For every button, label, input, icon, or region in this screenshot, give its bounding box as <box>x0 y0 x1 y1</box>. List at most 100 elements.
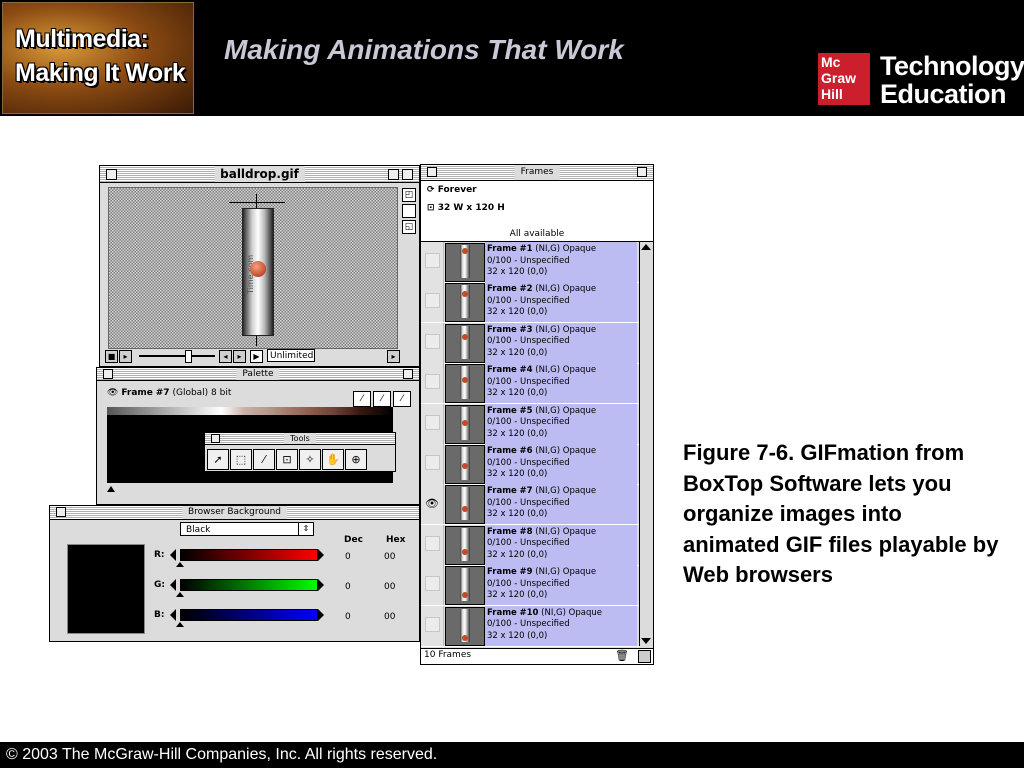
fit-icon[interactable]: ◰ <box>402 188 416 202</box>
green-slider[interactable] <box>180 579 318 591</box>
blue-slider[interactable] <box>180 609 318 621</box>
blue-dec-value[interactable]: 0 <box>345 612 351 622</box>
zoom-box[interactable] <box>637 167 647 177</box>
frame-thumbnail[interactable] <box>445 606 485 646</box>
color-select[interactable]: Black ⇕ <box>180 522 314 536</box>
frame-checkbox[interactable] <box>425 616 440 632</box>
frame-row[interactable]: 👁 Frame #7 (NI,G) Opaque 0/100 - Unspecifi… <box>421 484 639 526</box>
frame-row[interactable]: Frame #1 (NI,G) Opaque 0/100 - Unspecifie… <box>421 242 639 283</box>
collapse-box[interactable] <box>402 169 413 180</box>
green-slider-marker-icon[interactable] <box>176 592 184 597</box>
frame-visibility-toggle[interactable] <box>421 605 444 646</box>
frame-thumbnail[interactable] <box>445 485 485 525</box>
frame-slider-track[interactable] <box>139 355 215 357</box>
magic-wand-tool-icon[interactable]: ✧ <box>299 449 321 470</box>
resize-grow-box[interactable] <box>638 650 651 663</box>
step-forward-icon[interactable]: ▸ <box>233 350 246 363</box>
green-hex-value[interactable]: 00 <box>384 582 395 592</box>
frame-row[interactable]: Frame #6 (NI,G) Opaque 0/100 - Unspecifie… <box>421 444 639 485</box>
green-dec-value[interactable]: 0 <box>345 582 351 592</box>
swatch-strip[interactable] <box>107 407 393 415</box>
frame-checkbox[interactable] <box>425 374 440 390</box>
blue-left-arrow-icon[interactable] <box>170 609 176 621</box>
close-box[interactable] <box>211 434 220 443</box>
frame-slider-knob[interactable] <box>185 350 192 363</box>
frame-row[interactable]: Frame #9 (NI,G) Opaque 0/100 - Unspecifie… <box>421 565 639 607</box>
frame-thumbnail[interactable] <box>445 243 485 282</box>
palette-titlebar[interactable]: Palette <box>97 368 419 381</box>
frame-row[interactable]: Frame #2 (NI,G) Opaque 0/100 - Unspecifie… <box>421 282 639 324</box>
frame-row[interactable]: Frame #3 (NI,G) Opaque 0/100 - Unspecifie… <box>421 322 639 364</box>
red-left-arrow-icon[interactable] <box>170 549 176 561</box>
frame-visibility-toggle[interactable] <box>421 363 444 404</box>
frame-visibility-toggle[interactable] <box>421 242 444 282</box>
scroll-right-icon[interactable]: ▸ <box>387 350 400 363</box>
frame-checkbox[interactable] <box>425 535 440 551</box>
palette-mode-header[interactable]: All available <box>421 227 653 242</box>
frame-visibility-toggle[interactable] <box>421 322 444 363</box>
frame-thumbnail[interactable] <box>445 445 485 484</box>
blue-right-arrow-icon[interactable] <box>318 609 324 621</box>
zoom-tool-icon[interactable]: ⊕ <box>345 449 367 470</box>
frame-checkbox[interactable] <box>425 455 440 470</box>
play-icon[interactable]: ▶ <box>250 350 263 363</box>
frame-visibility-toggle[interactable] <box>421 282 444 323</box>
blue-hex-value[interactable]: 00 <box>384 612 395 622</box>
close-box[interactable] <box>103 369 113 379</box>
browser-bg-titlebar[interactable]: Browser Background <box>50 506 419 520</box>
zoom-box[interactable] <box>403 369 413 379</box>
scroll-down-arrow-icon[interactable] <box>641 638 651 644</box>
frame-visibility-toggle[interactable] <box>421 444 444 484</box>
close-box[interactable] <box>56 507 66 517</box>
frame-checkbox[interactable] <box>425 293 440 309</box>
eyedropper-plus-icon[interactable]: ⁄ <box>373 391 391 407</box>
step-icon[interactable]: ▸ <box>119 350 132 363</box>
step-back-icon[interactable]: ◂ <box>219 350 232 363</box>
trash-icon[interactable]: 🗑 <box>615 649 629 662</box>
eyedropper-tool-icon[interactable]: ⁄ <box>253 449 275 470</box>
frame-visibility-toggle[interactable] <box>421 524 444 565</box>
frame-thumbnail[interactable] <box>445 364 485 404</box>
frame-visibility-toggle[interactable] <box>421 565 444 606</box>
marquee-tool-icon[interactable]: ⬚ <box>230 449 252 470</box>
frame-checkbox[interactable] <box>425 253 440 268</box>
arrow-tool-icon[interactable]: ➚ <box>207 449 229 470</box>
crop-tool-icon[interactable]: ⊡ <box>276 449 298 470</box>
frame-thumbnail[interactable] <box>445 404 485 444</box>
frame-checkbox[interactable] <box>425 414 440 430</box>
frame-visibility-toggle[interactable]: 👁 <box>421 484 444 525</box>
frames-titlebar[interactable]: Frames <box>421 165 653 181</box>
green-right-arrow-icon[interactable] <box>318 579 324 591</box>
frame-thumbnail[interactable] <box>445 566 485 606</box>
close-box[interactable] <box>427 167 437 177</box>
frame-row[interactable]: Frame #8 (NI,G) Opaque 0/100 - Unspecifie… <box>421 524 639 566</box>
loop-count-field[interactable]: Unlimited <box>267 349 315 362</box>
resize-icon[interactable]: ◱ <box>402 220 416 234</box>
red-slider[interactable] <box>180 549 318 561</box>
frame-checkbox[interactable] <box>425 576 440 592</box>
frame-checkbox[interactable] <box>425 333 440 349</box>
loop-setting[interactable]: ⟳ Forever <box>427 185 477 195</box>
scroll-up-arrow-icon[interactable] <box>641 244 651 250</box>
close-box[interactable] <box>106 169 117 180</box>
red-right-arrow-icon[interactable] <box>318 549 324 561</box>
stop-icon[interactable]: ■ <box>105 350 118 363</box>
palette-marker-icon[interactable] <box>107 486 115 492</box>
red-hex-value[interactable]: 00 <box>384 552 395 562</box>
frame-row[interactable]: Frame #10 (NI,G) Opaque 0/100 - Unspecifi… <box>421 605 639 647</box>
balldrop-titlebar[interactable]: balldrop.gif <box>100 166 419 183</box>
frame-row[interactable]: Frame #4 (NI,G) Opaque 0/100 - Unspecifie… <box>421 363 639 405</box>
zoom-box[interactable] <box>388 169 399 180</box>
hand-tool-icon[interactable]: ✋ <box>322 449 344 470</box>
frame-thumbnail[interactable] <box>445 323 485 363</box>
frame-thumbnail[interactable] <box>445 283 485 323</box>
red-dec-value[interactable]: 0 <box>345 552 351 562</box>
size-setting[interactable]: ⊡ 32 W x 120 H <box>427 203 505 213</box>
frame-visibility-toggle[interactable] <box>421 403 444 444</box>
red-slider-marker-icon[interactable] <box>176 562 184 567</box>
frame-icon[interactable] <box>402 204 416 218</box>
eyedropper-minus-icon[interactable]: ⁄ <box>393 391 411 407</box>
frames-scrollbar[interactable] <box>639 242 653 646</box>
green-left-arrow-icon[interactable] <box>170 579 176 591</box>
eyedropper-icon[interactable]: ⁄ <box>353 391 371 407</box>
